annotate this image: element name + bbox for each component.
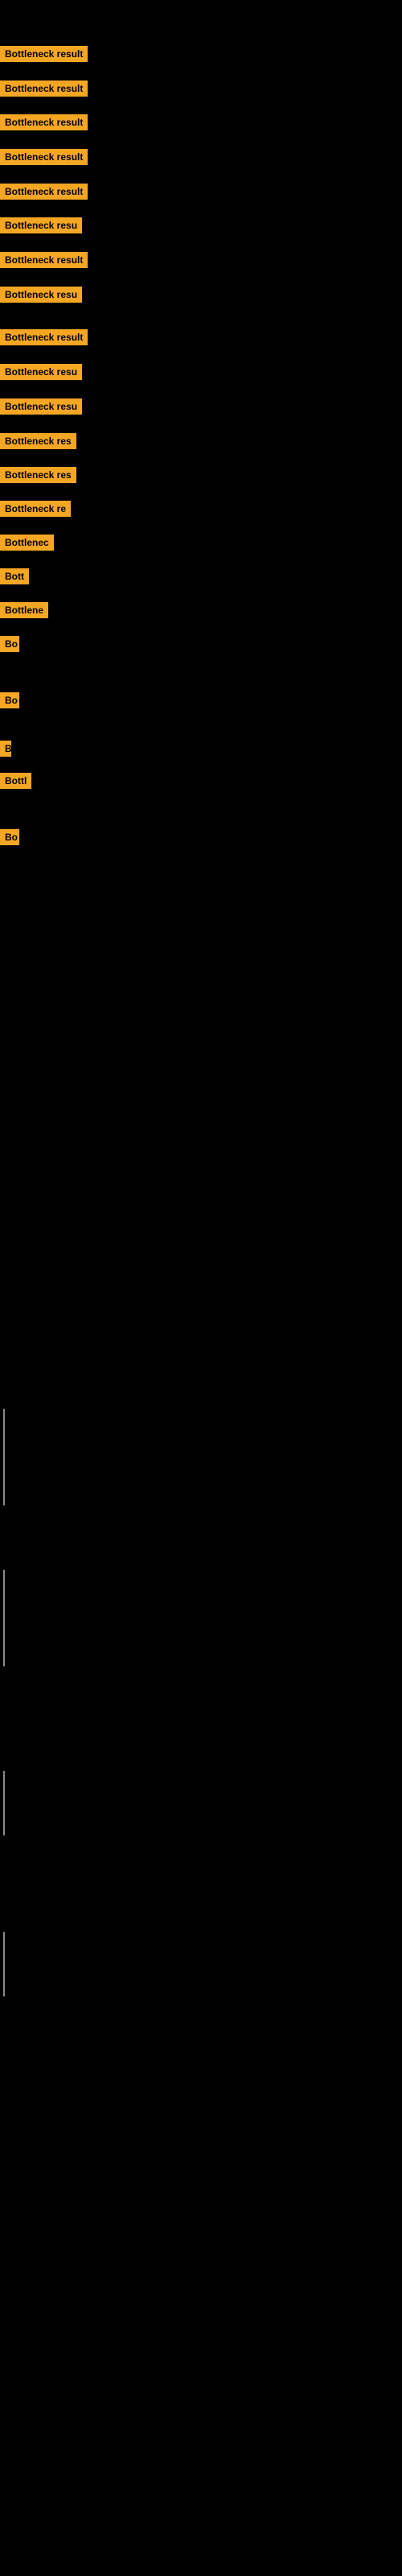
bottleneck-result-row-6: Bottleneck resu — [0, 217, 82, 237]
bottleneck-result-row-22: Bo — [0, 829, 19, 849]
bottleneck-label-2: Bottleneck result — [0, 80, 88, 97]
bottleneck-result-row-8: Bottleneck resu — [0, 287, 82, 307]
vertical-line-3 — [3, 1771, 5, 1835]
bottleneck-result-row-21: Bottl — [0, 773, 31, 793]
bottleneck-result-row-10: Bottleneck resu — [0, 364, 82, 384]
bottleneck-label-9: Bottleneck result — [0, 329, 88, 345]
bottleneck-label-18: Bo — [0, 636, 19, 652]
bottleneck-label-20: B — [0, 741, 11, 757]
bottleneck-result-row-16: Bott — [0, 568, 29, 588]
bottleneck-result-row-13: Bottleneck res — [0, 467, 76, 487]
bottleneck-result-row-2: Bottleneck result — [0, 80, 88, 101]
bottleneck-label-16: Bott — [0, 568, 29, 584]
bottleneck-label-19: Bo — [0, 692, 19, 708]
bottleneck-result-row-3: Bottleneck result — [0, 114, 88, 134]
site-title — [0, 0, 402, 10]
bottleneck-result-row-4: Bottleneck result — [0, 149, 88, 169]
bottleneck-label-13: Bottleneck res — [0, 467, 76, 483]
bottleneck-result-row-1: Bottleneck result — [0, 46, 88, 66]
bottleneck-label-5: Bottleneck result — [0, 184, 88, 200]
bottleneck-label-1: Bottleneck result — [0, 46, 88, 62]
bottleneck-label-12: Bottleneck res — [0, 433, 76, 449]
bottleneck-result-row-9: Bottleneck result — [0, 329, 88, 349]
bottleneck-result-row-20: B — [0, 741, 11, 761]
bottleneck-label-4: Bottleneck result — [0, 149, 88, 165]
bottleneck-label-10: Bottleneck resu — [0, 364, 82, 380]
bottleneck-label-8: Bottleneck resu — [0, 287, 82, 303]
vertical-line-1 — [3, 1409, 5, 1505]
bottleneck-label-3: Bottleneck result — [0, 114, 88, 130]
bottleneck-label-22: Bo — [0, 829, 19, 845]
bottleneck-label-7: Bottleneck result — [0, 252, 88, 268]
bottleneck-result-row-7: Bottleneck result — [0, 252, 88, 272]
bottleneck-label-14: Bottleneck re — [0, 501, 71, 517]
bottleneck-label-11: Bottleneck resu — [0, 398, 82, 415]
vertical-line-4 — [3, 1932, 5, 1996]
bottleneck-result-row-11: Bottleneck resu — [0, 398, 82, 419]
bottleneck-result-row-12: Bottleneck res — [0, 433, 76, 453]
bottleneck-label-21: Bottl — [0, 773, 31, 789]
bottleneck-result-row-18: Bo — [0, 636, 19, 656]
vertical-line-2 — [3, 1570, 5, 1666]
bottleneck-result-row-14: Bottleneck re — [0, 501, 71, 521]
bottleneck-result-row-15: Bottlenec — [0, 535, 54, 555]
bottleneck-label-17: Bottlene — [0, 602, 48, 618]
bottleneck-result-row-19: Bo — [0, 692, 19, 712]
bottleneck-label-6: Bottleneck resu — [0, 217, 82, 233]
bottleneck-result-row-17: Bottlene — [0, 602, 48, 622]
bottleneck-label-15: Bottlenec — [0, 535, 54, 551]
bottleneck-result-row-5: Bottleneck result — [0, 184, 88, 204]
